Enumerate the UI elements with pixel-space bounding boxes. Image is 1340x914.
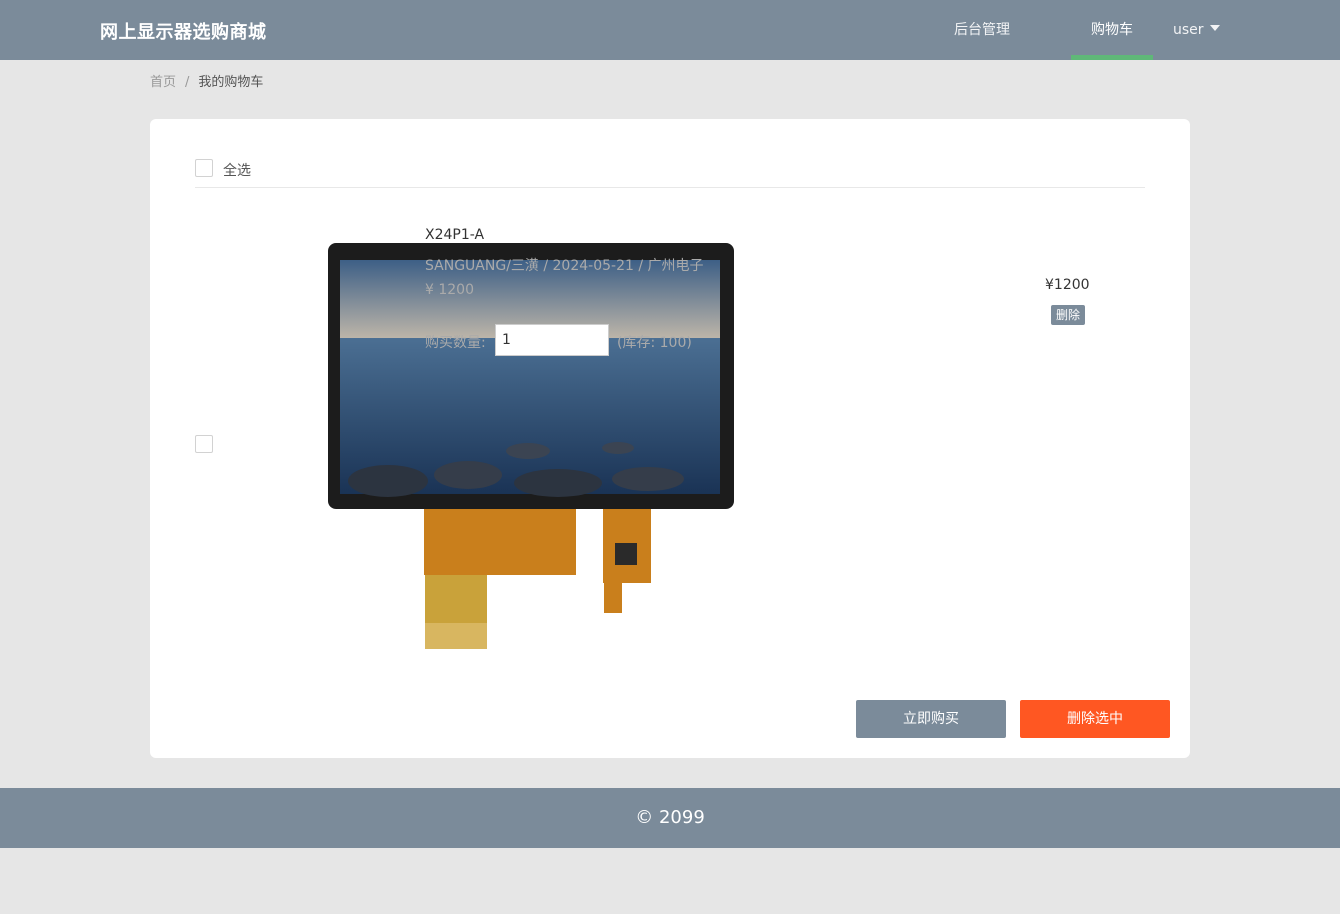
product-meta: SANGUANG/三潢 / 2024-05-21 / 广州电子: [425, 258, 704, 274]
quantity-input[interactable]: [495, 324, 609, 356]
product-unit-price: ¥ 1200: [425, 282, 474, 298]
breadcrumb-current: 我的购物车: [198, 75, 264, 90]
breadcrumb-home[interactable]: 首页: [150, 75, 176, 90]
stock-text: (库存: 100): [617, 335, 692, 351]
footer: © 2099: [0, 788, 1340, 848]
product-image: [328, 243, 734, 649]
breadcrumb-separator: /: [185, 75, 190, 90]
site-logo[interactable]: 网上显示器选购商城: [100, 18, 267, 44]
nav-cart-label: 购物车: [1091, 22, 1133, 38]
caret-down-icon: [1209, 25, 1220, 31]
select-all-label: 全选: [223, 163, 251, 179]
buy-now-button[interactable]: 立即购买: [856, 700, 1006, 738]
delete-item-button[interactable]: 删除: [1051, 305, 1086, 325]
nav-admin[interactable]: 后台管理: [954, 0, 1010, 60]
divider: [195, 187, 1145, 188]
quantity-label: 购买数量:: [425, 335, 486, 351]
nav-user-menu[interactable]: user: [1173, 0, 1220, 60]
top-header: 网上显示器选购商城 后台管理 购物车 user: [0, 0, 1340, 60]
nav-active-indicator: [1071, 55, 1153, 60]
item-checkbox[interactable]: [195, 435, 213, 453]
item-price: ¥1200: [1045, 277, 1090, 293]
product-name: X24P1-A: [425, 227, 485, 243]
breadcrumb: 首页 / 我的购物车: [150, 71, 263, 90]
select-all-checkbox[interactable]: [195, 159, 213, 177]
cart-card: 全选 X24P1-A SANGUANG/三潢 / 2024-05-21 / 广州…: [150, 119, 1190, 758]
delete-selected-button[interactable]: 删除选中: [1020, 700, 1170, 738]
copyright-text: © 2099: [635, 807, 705, 828]
nav-user-label: user: [1173, 22, 1204, 38]
nav-cart[interactable]: 购物车: [1071, 0, 1153, 60]
